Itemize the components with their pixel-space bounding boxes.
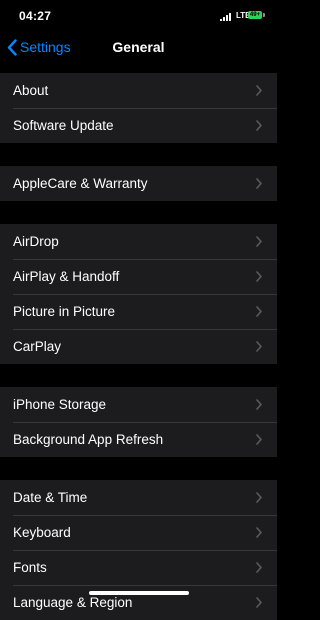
row-label: Date & Time <box>13 490 88 505</box>
row-applecare-warranty[interactable]: AppleCare & Warranty <box>0 166 277 201</box>
row-label: Keyboard <box>13 525 71 540</box>
battery-icon: 49+ <box>248 11 262 19</box>
battery-cap <box>263 13 265 17</box>
chevron-right-icon <box>256 236 262 247</box>
row-software-update[interactable]: Software Update <box>0 108 277 143</box>
row-label: About <box>13 83 49 98</box>
row-label: Fonts <box>13 560 47 575</box>
row-airdrop[interactable]: AirDrop <box>0 224 277 259</box>
back-button-label: Settings <box>20 39 71 55</box>
chevron-right-icon <box>256 271 262 282</box>
row-label: AirDrop <box>13 234 59 249</box>
row-label: Software Update <box>13 118 114 133</box>
cellular-signal-icon <box>220 13 234 21</box>
chevron-right-icon <box>256 341 262 352</box>
settings-group-connectivity: AirDrop AirPlay & Handoff Picture in Pic… <box>0 224 277 364</box>
row-background-app-refresh[interactable]: Background App Refresh <box>0 422 277 457</box>
chevron-right-icon <box>256 597 262 608</box>
row-picture-in-picture[interactable]: Picture in Picture <box>0 294 277 329</box>
chevron-right-icon <box>256 492 262 503</box>
chevron-right-icon <box>256 178 262 189</box>
row-iphone-storage[interactable]: iPhone Storage <box>0 387 277 422</box>
row-airplay-handoff[interactable]: AirPlay & Handoff <box>0 259 277 294</box>
chevron-right-icon <box>256 562 262 573</box>
row-label: iPhone Storage <box>13 397 107 412</box>
chevron-right-icon <box>256 85 262 96</box>
row-label: Picture in Picture <box>13 304 116 319</box>
status-time: 04:27 <box>19 9 52 23</box>
chevron-right-icon <box>256 434 262 445</box>
chevron-right-icon <box>256 399 262 410</box>
row-keyboard[interactable]: Keyboard <box>0 515 277 550</box>
settings-group-about: About Software Update <box>0 73 277 143</box>
navigation-bar: General Settings <box>0 32 277 62</box>
settings-group-storage: iPhone Storage Background App Refresh <box>0 387 277 457</box>
status-bar: 04:27 LTE 49+ <box>0 0 277 32</box>
row-date-time[interactable]: Date & Time <box>0 480 277 515</box>
row-label: CarPlay <box>13 339 62 354</box>
settings-group-applecare: AppleCare & Warranty <box>0 166 277 201</box>
settings-group-input: Date & Time Keyboard Fonts Language & Re… <box>0 480 277 620</box>
row-label: Background App Refresh <box>13 432 164 447</box>
row-label: AirPlay & Handoff <box>13 269 120 284</box>
row-fonts[interactable]: Fonts <box>0 550 277 585</box>
row-about[interactable]: About <box>0 73 277 108</box>
chevron-right-icon <box>256 527 262 538</box>
home-indicator[interactable] <box>89 591 189 595</box>
row-label: AppleCare & Warranty <box>13 176 148 191</box>
row-carplay[interactable]: CarPlay <box>0 329 277 364</box>
chevron-right-icon <box>256 306 262 317</box>
chevron-right-icon <box>256 120 262 131</box>
chevron-left-icon <box>7 38 17 56</box>
back-button[interactable]: Settings <box>7 35 71 59</box>
battery-level: 49+ <box>249 12 261 18</box>
